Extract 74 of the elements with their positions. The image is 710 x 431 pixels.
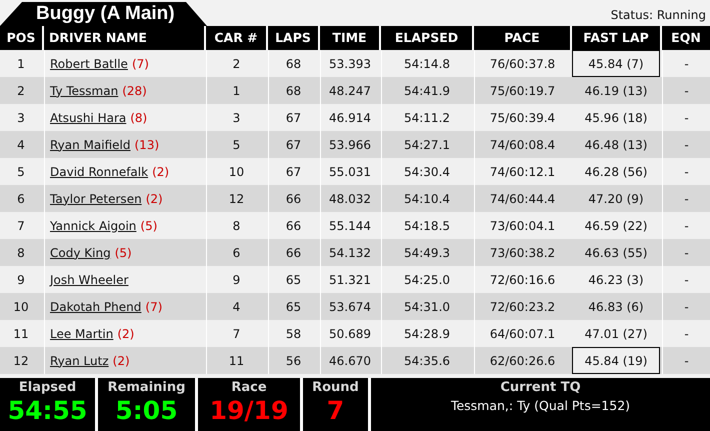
race-title: Buggy (A Main) <box>0 2 207 26</box>
stat-value: 7 <box>326 396 344 426</box>
stat-label: Elapsed <box>18 380 76 396</box>
table-cell-text: 46.48 (13) <box>584 136 648 154</box>
table-cell-text: 7 <box>16 218 26 234</box>
column-header: LAPS <box>268 26 318 50</box>
column-header: EQN <box>662 26 710 50</box>
driver-count: (7) <box>132 56 149 72</box>
column-header: CAR # <box>206 26 266 50</box>
stat-label: Round <box>312 380 359 396</box>
driver-link[interactable]: Ryan Lutz <box>50 352 109 370</box>
table-cell: 62/60:26.6 <box>474 347 570 374</box>
table-cell-text: 6 <box>16 190 26 208</box>
table-cell-text: 46.23 (3) <box>587 272 645 288</box>
race-status: Status: Running <box>610 7 707 24</box>
tq-value: Tessman,: Ty (Qual Pts=152) <box>450 397 630 415</box>
table-cell: 45.84 (7) <box>572 50 660 77</box>
table-cell-text: 11 <box>12 326 30 342</box>
driver-count: (2) <box>146 190 163 208</box>
driver-link[interactable]: Josh Wheeler <box>50 270 128 288</box>
driver-link[interactable]: Robert Batlle <box>50 54 128 72</box>
stat-label: Race <box>231 380 267 396</box>
table-cell-text: 1 <box>16 56 26 72</box>
column-header: TIME <box>320 26 379 50</box>
driver-count: (5) <box>114 244 132 262</box>
table-cell-text: 2 <box>16 82 26 100</box>
driver-link[interactable]: Lee Martin <box>50 324 114 342</box>
stat-label: Remaining <box>108 380 186 396</box>
table-cell-text: 3 <box>16 110 26 126</box>
stat-value: 54:55 <box>8 396 88 426</box>
driver-count: (2) <box>152 164 170 180</box>
driver-link[interactable]: Yannick Aigoin <box>50 216 136 234</box>
table-cell-text: 46.63 (55) <box>584 244 648 262</box>
driver-link[interactable]: Cody King <box>50 244 111 262</box>
driver-link[interactable]: Taylor Petersen <box>50 190 142 208</box>
stat-value: 5:05 <box>115 396 178 426</box>
table-cell: 56 <box>268 347 318 374</box>
driver-link[interactable]: Ryan Maifield <box>50 136 130 154</box>
column-header: PACE <box>474 26 570 50</box>
table-cell-text: 46.83 (6) <box>587 298 645 316</box>
column-header: DRIVER NAME <box>44 26 204 50</box>
table-cell-text: 46.19 (13) <box>584 82 648 100</box>
table-cell: 46.670 <box>320 347 379 374</box>
driver-count: (2) <box>117 326 134 342</box>
table-cell-text: 46.28 (56) <box>584 164 648 180</box>
driver-count: (8) <box>130 110 148 126</box>
table-cell-text: 8 <box>16 244 26 262</box>
driver-link[interactable]: Ty Tessman <box>50 82 118 100</box>
driver-link[interactable]: David Ronnefalk <box>50 162 148 180</box>
table-cell: 45.84 (19) <box>572 347 660 374</box>
table-cell-text: 4 <box>16 136 26 154</box>
table-cell-text: 9 <box>16 272 26 288</box>
driver-count: (13) <box>134 136 160 154</box>
driver-link[interactable]: Atsushi Hara <box>50 108 126 126</box>
table-cell-text: 5 <box>16 164 26 180</box>
column-header: FAST LAP <box>572 26 660 50</box>
table-cell: 54:35.6 <box>381 347 472 374</box>
table-cell-text: 45.96 (18) <box>584 110 648 126</box>
driver-count: (2) <box>112 352 130 370</box>
table-cell-text: 47.20 (9) <box>587 190 645 208</box>
table-cell-text: 10 <box>12 298 30 316</box>
driver-count: (7) <box>145 298 162 316</box>
table-cell: 11 <box>206 347 266 374</box>
stat-value: 19/19 <box>210 396 288 426</box>
column-header: POS <box>0 26 42 50</box>
table-cell-text: 46.59 (22) <box>584 218 648 234</box>
table-cell: - <box>662 347 710 374</box>
driver-link[interactable]: Dakotah Phend <box>50 298 142 316</box>
driver-count: (28) <box>122 82 147 100</box>
table-cell-text: 12 <box>12 352 30 370</box>
column-header: ELAPSED <box>381 26 472 50</box>
driver-count: (5) <box>140 218 158 234</box>
table-cell-text: 47.01 (27) <box>584 326 648 342</box>
tq-label: Current TQ <box>500 380 581 396</box>
